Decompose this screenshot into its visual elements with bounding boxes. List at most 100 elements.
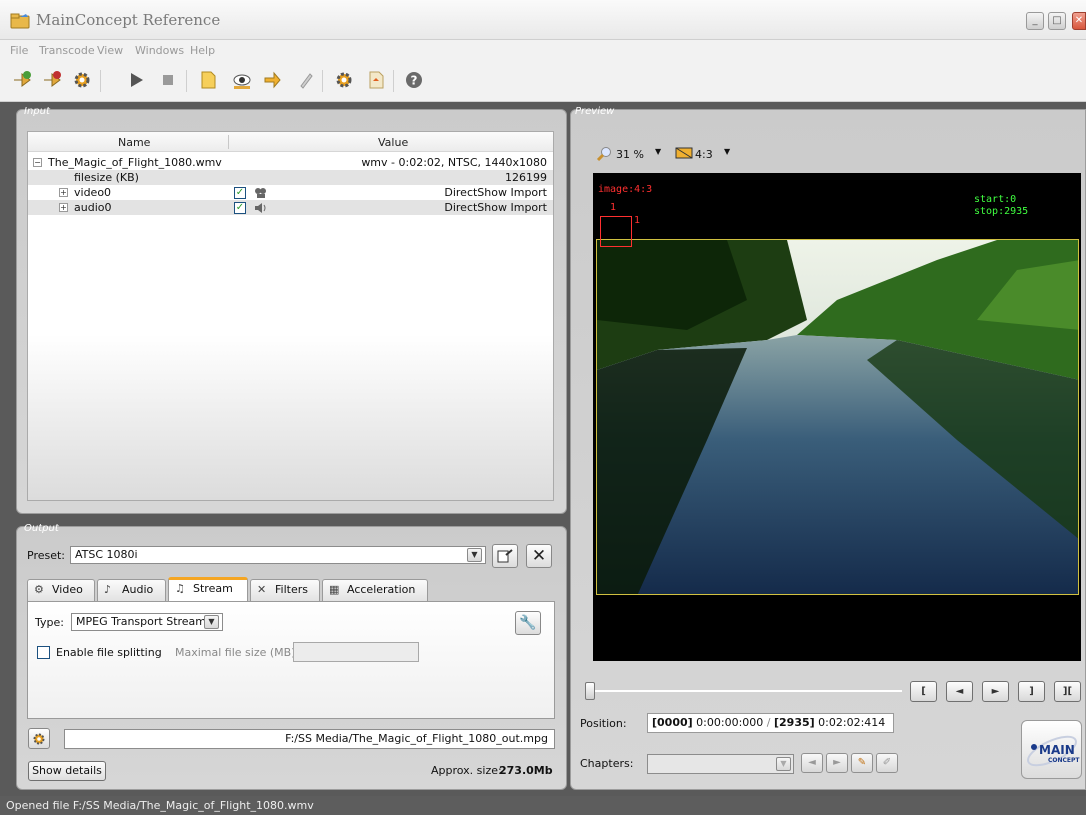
stream-type-select[interactable]: MPEG Transport Stream: [71, 613, 223, 631]
minimize-button[interactable]: _: [1026, 12, 1044, 30]
tree-row-file[interactable]: − The_Magic_of_Flight_1080.wmv wmv - 0:0…: [28, 155, 553, 170]
overlay-index: 1: [610, 202, 617, 213]
close-window-button[interactable]: ✕: [1072, 12, 1086, 30]
chevron-down-icon[interactable]: ▼: [204, 615, 219, 629]
window-title: MainConcept Reference: [36, 11, 221, 29]
river-scene-image: [597, 240, 1078, 594]
stream-settings-button[interactable]: 🔧: [515, 611, 541, 635]
maximize-button[interactable]: □: [1048, 12, 1066, 30]
collapse-icon[interactable]: −: [33, 158, 42, 167]
mark-in-button[interactable]: [: [910, 681, 937, 702]
position-total-frame: [2935]: [774, 716, 815, 729]
timeline-track[interactable]: [590, 690, 902, 692]
gear-icon[interactable]: [334, 70, 354, 90]
timeline-slider-handle[interactable]: [585, 682, 595, 700]
position-separator: /: [766, 716, 771, 729]
video-film-icon: [255, 188, 266, 198]
crop-marker-box[interactable]: [600, 216, 632, 247]
delete-preset-button[interactable]: ✕: [526, 544, 552, 568]
toolbar-separator: [186, 70, 187, 92]
tab-filters[interactable]: ✕ Filters: [250, 579, 320, 601]
column-value-header[interactable]: Value: [378, 136, 408, 149]
edit-preset-button[interactable]: [492, 544, 518, 568]
pencil-icon: ✐: [882, 757, 892, 768]
mark-out-button[interactable]: ]: [1018, 681, 1045, 702]
expand-icon[interactable]: +: [59, 203, 68, 212]
new-file-icon[interactable]: [198, 70, 218, 90]
chevron-down-icon[interactable]: ▼: [655, 147, 661, 156]
chapters-select[interactable]: [647, 754, 794, 774]
input-panel-title: Input: [24, 106, 50, 117]
overlay-stop: stop:2935: [974, 206, 1029, 217]
edit-preset-icon: [497, 549, 513, 563]
expand-icon[interactable]: +: [59, 188, 68, 197]
tree-row-name: video0: [74, 186, 112, 199]
edit-pencil-icon[interactable]: [296, 70, 316, 90]
overlay-range: start:0 stop:2935: [974, 194, 1028, 218]
tab-label: Acceleration: [347, 583, 416, 596]
tab-acceleration[interactable]: ▦ Acceleration: [322, 579, 428, 601]
preview-eye-icon[interactable]: [232, 70, 252, 90]
preset-value: ATSC 1080i: [75, 548, 138, 561]
split-button[interactable]: ][: [1054, 681, 1081, 702]
menu-view[interactable]: View: [97, 44, 123, 57]
step-forward-button[interactable]: ►: [982, 681, 1009, 702]
tree-row-filesize[interactable]: filesize (KB) 126199: [28, 170, 553, 185]
stream-type-value: MPEG Transport Stream: [76, 615, 207, 628]
tree-row-value: DirectShow Import: [444, 186, 547, 199]
aspect-ratio-value[interactable]: 4:3: [695, 148, 713, 161]
output-options-button[interactable]: [28, 728, 50, 749]
play-icon[interactable]: [126, 70, 146, 90]
export-icon[interactable]: [262, 70, 282, 90]
gear-icon: [33, 733, 45, 745]
chevron-down-icon[interactable]: ▼: [776, 757, 791, 771]
aspect-ratio-icon: [675, 147, 693, 159]
tree-row-value: wmv - 0:02:02, NTSC, 1440x1080: [361, 156, 547, 169]
zoom-level[interactable]: 31 %: [616, 148, 644, 161]
status-bar: Opened file F:/SS Media/The_Magic_of_Fli…: [0, 796, 1086, 815]
chapter-edit-button[interactable]: ✎: [851, 753, 873, 773]
audio0-enable-checkbox[interactable]: ✓: [234, 202, 246, 214]
video0-enable-checkbox[interactable]: ✓: [234, 187, 246, 199]
position-current-time: 0:00:00:000: [696, 716, 764, 729]
tab-stream[interactable]: ♫ Stream: [168, 577, 248, 601]
position-field[interactable]: [0000] 0:00:00:000 / [2935] 0:02:02:414: [647, 713, 894, 733]
settings-icon[interactable]: [72, 70, 92, 90]
chevron-down-icon[interactable]: ▼: [467, 548, 482, 562]
tree-row-name: filesize (KB): [74, 171, 139, 184]
chapter-prev-button[interactable]: ◄: [801, 753, 823, 773]
toolbar-separator: [100, 70, 101, 92]
preset-select[interactable]: ATSC 1080i: [70, 546, 486, 564]
tab-label: Video: [52, 583, 83, 596]
stop-icon[interactable]: [158, 70, 178, 90]
chapters-label: Chapters:: [580, 757, 634, 770]
app-folder-icon: [10, 13, 30, 29]
menu-file[interactable]: File: [10, 44, 28, 57]
output-path-field[interactable]: F:/SS Media/The_Magic_of_Flight_1080_out…: [64, 729, 555, 749]
help-icon[interactable]: ?: [404, 70, 424, 90]
chapter-next-button[interactable]: ►: [826, 753, 848, 773]
step-back-button[interactable]: ◄: [946, 681, 973, 702]
chapter-delete-button[interactable]: ✐: [876, 753, 898, 773]
open-icon[interactable]: [366, 70, 386, 90]
chevron-down-icon[interactable]: ▼: [724, 147, 730, 156]
tree-row-video0[interactable]: + video0 ✓ DirectShow Import: [28, 185, 553, 200]
menu-transcode[interactable]: Transcode: [39, 44, 95, 57]
wrench-icon: 🔧: [519, 615, 537, 631]
tree-row-value: DirectShow Import: [444, 201, 547, 214]
output-panel-title: Output: [24, 523, 59, 534]
position-current-frame: [0000]: [652, 716, 693, 729]
show-details-button[interactable]: Show details: [28, 761, 106, 781]
tree-row-audio0[interactable]: + audio0 ✓ DirectShow Import: [28, 200, 553, 215]
enable-splitting-checkbox[interactable]: [37, 646, 50, 659]
menu-windows[interactable]: Windows: [135, 44, 184, 57]
toolbar: ?: [0, 60, 1086, 102]
tab-video[interactable]: ⚙ Video: [27, 579, 95, 601]
tab-audio[interactable]: ♪ Audio: [97, 579, 166, 601]
menu-help[interactable]: Help: [190, 44, 215, 57]
remove-input-icon[interactable]: [42, 70, 62, 90]
column-name-header[interactable]: Name: [118, 136, 150, 149]
max-file-size-input[interactable]: [293, 642, 419, 662]
add-input-icon[interactable]: [12, 70, 32, 90]
music-note-icon: ♫: [175, 582, 185, 595]
